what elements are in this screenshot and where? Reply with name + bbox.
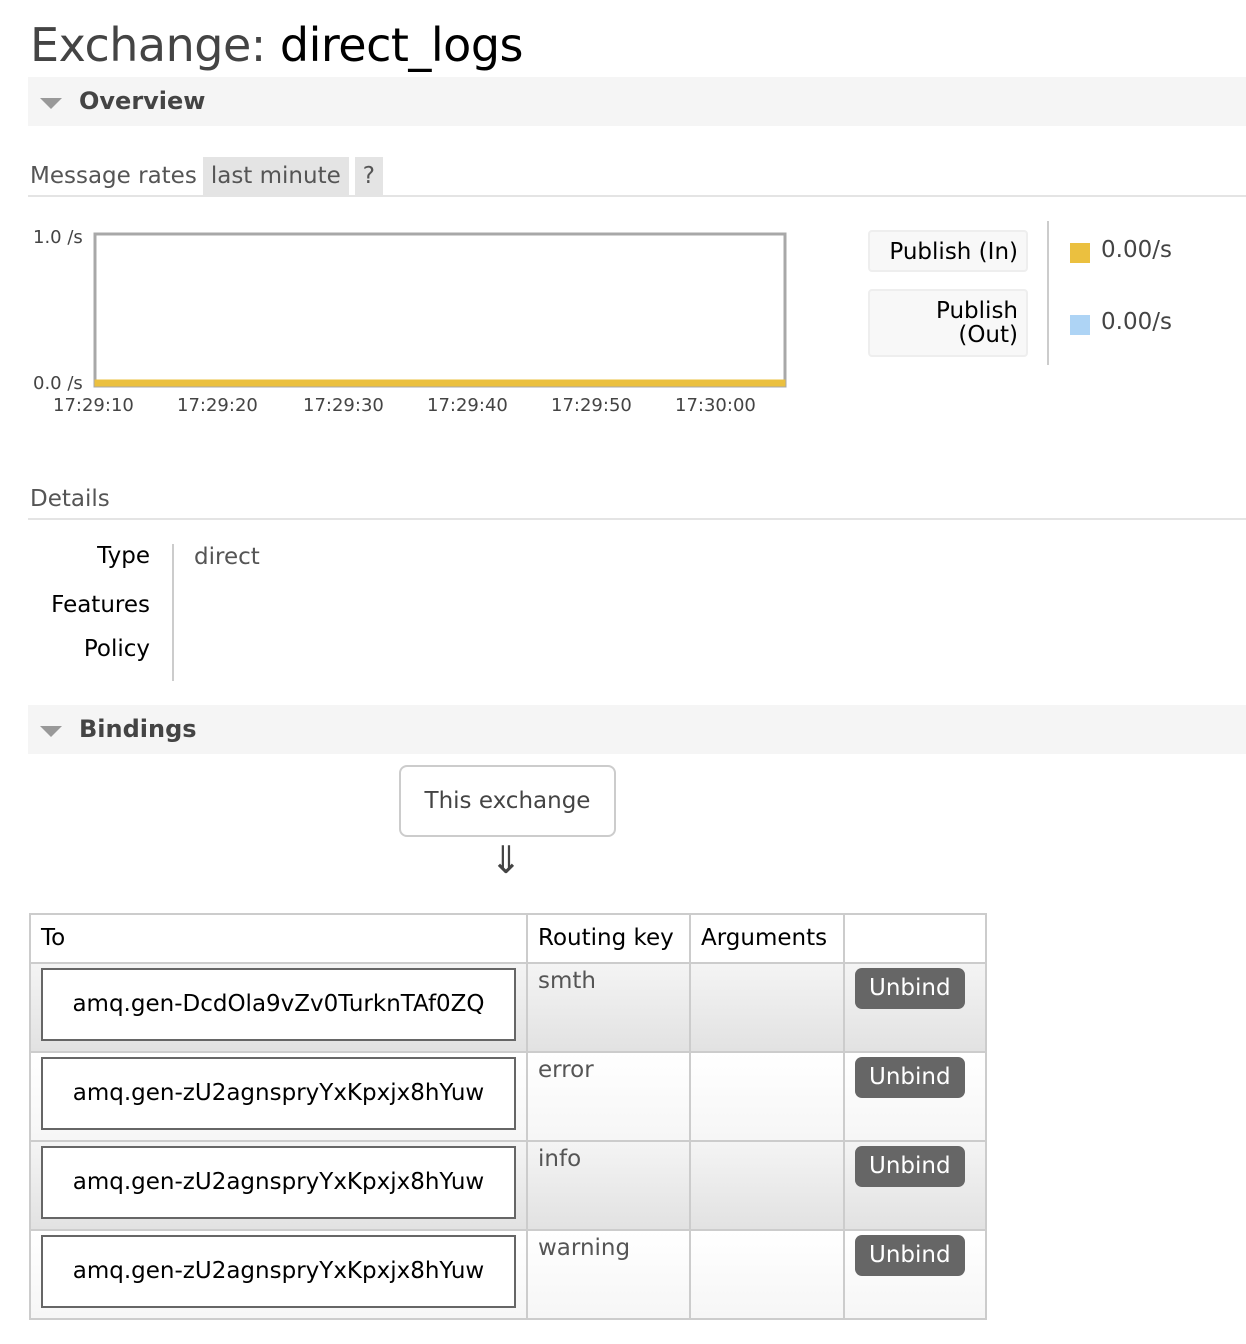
unbind-button[interactable]: Unbind: [855, 1146, 965, 1187]
bindings-section-toggle[interactable]: Bindings: [28, 705, 1246, 754]
arguments-cell: [689, 962, 845, 1053]
detail-label-type: Type: [97, 543, 150, 569]
exchange-name: direct_logs: [279, 18, 524, 72]
routing-key-cell: error: [526, 1051, 691, 1142]
to-cell: amq.gen-zU2agnspryYxKpxjx8hYuw: [29, 1140, 528, 1231]
arguments-cell: [689, 1229, 845, 1320]
overview-section-toggle[interactable]: Overview: [28, 77, 1246, 126]
action-cell: Unbind: [843, 962, 987, 1053]
unbind-button[interactable]: Unbind: [855, 1057, 965, 1098]
details-header: Details: [28, 480, 1246, 520]
details-divider: [172, 544, 174, 681]
routing-key-cell: info: [526, 1140, 691, 1231]
unbind-button[interactable]: Unbind: [855, 1235, 965, 1276]
message-rates-header: Message rates last minute?: [28, 157, 1246, 197]
range-selector[interactable]: last minute: [202, 157, 349, 195]
routing-key-cell: warning: [526, 1229, 691, 1320]
legend-publish-in[interactable]: Publish (In): [868, 230, 1028, 272]
queue-link[interactable]: amq.gen-DcdOla9vZv0TurknTAf0ZQ: [41, 968, 516, 1041]
legend-divider: [1047, 221, 1049, 365]
this-exchange-box: This exchange: [399, 765, 616, 837]
x-tick: 17:29:50: [551, 395, 632, 416]
detail-value-type: direct: [194, 544, 260, 570]
bindings-table: To Routing key Arguments amq.gen-DcdOla9…: [29, 913, 987, 1320]
x-tick: 17:29:20: [177, 395, 258, 416]
action-cell: Unbind: [843, 1051, 987, 1142]
series-publish-in-: [94, 379, 786, 387]
arguments-cell: [689, 1051, 845, 1142]
col-routing-key: Routing key: [526, 913, 691, 964]
legend-publish-out[interactable]: Publish (Out): [868, 289, 1028, 357]
queue-link[interactable]: amq.gen-zU2agnspryYxKpxjx8hYuw: [41, 1235, 516, 1308]
down-arrow-icon: ⇓: [490, 838, 522, 882]
table-header: To Routing key Arguments: [29, 913, 987, 964]
x-tick: 17:30:00: [675, 395, 756, 416]
col-actions: [843, 913, 987, 964]
publish-out-swatch: [1070, 315, 1090, 335]
action-cell: Unbind: [843, 1229, 987, 1320]
publish-in-swatch: [1070, 243, 1090, 263]
table-row: amq.gen-zU2agnspryYxKpxjx8hYuw info Unbi…: [29, 1140, 987, 1231]
collapse-triangle-icon: [40, 726, 62, 737]
to-cell: amq.gen-DcdOla9vZv0TurknTAf0ZQ: [29, 962, 528, 1053]
queue-link[interactable]: amq.gen-zU2agnspryYxKpxjx8hYuw: [41, 1057, 516, 1130]
col-to: To: [29, 913, 528, 964]
arguments-cell: [689, 1140, 845, 1231]
table-row: amq.gen-zU2agnspryYxKpxjx8hYuw warning U…: [29, 1229, 987, 1320]
y-tick: 1.0 /s: [33, 227, 83, 248]
x-tick: 17:29:30: [303, 395, 384, 416]
chart-frame: [93, 232, 787, 388]
y-tick: 0.0 /s: [33, 373, 83, 394]
queue-link[interactable]: amq.gen-zU2agnspryYxKpxjx8hYuw: [41, 1146, 516, 1219]
collapse-triangle-icon: [40, 98, 62, 109]
x-tick: 17:29:40: [427, 395, 508, 416]
detail-label-features: Features: [51, 592, 150, 618]
col-arguments: Arguments: [689, 913, 845, 964]
to-cell: amq.gen-zU2agnspryYxKpxjx8hYuw: [29, 1229, 528, 1320]
unbind-button[interactable]: Unbind: [855, 968, 965, 1009]
publish-out-rate: 0.00/s: [1101, 309, 1172, 335]
page-title: Exchange: direct_logs: [30, 18, 524, 72]
table-row: amq.gen-zU2agnspryYxKpxjx8hYuw error Unb…: [29, 1051, 987, 1142]
x-tick: 17:29:10: [53, 395, 134, 416]
help-button[interactable]: ?: [354, 157, 383, 195]
rates-chart: [93, 232, 787, 388]
action-cell: Unbind: [843, 1140, 987, 1231]
table-row: amq.gen-DcdOla9vZv0TurknTAf0ZQ smth Unbi…: [29, 962, 987, 1053]
to-cell: amq.gen-zU2agnspryYxKpxjx8hYuw: [29, 1051, 528, 1142]
publish-in-rate: 0.00/s: [1101, 237, 1172, 263]
detail-label-policy: Policy: [83, 636, 150, 662]
routing-key-cell: smth: [526, 962, 691, 1053]
